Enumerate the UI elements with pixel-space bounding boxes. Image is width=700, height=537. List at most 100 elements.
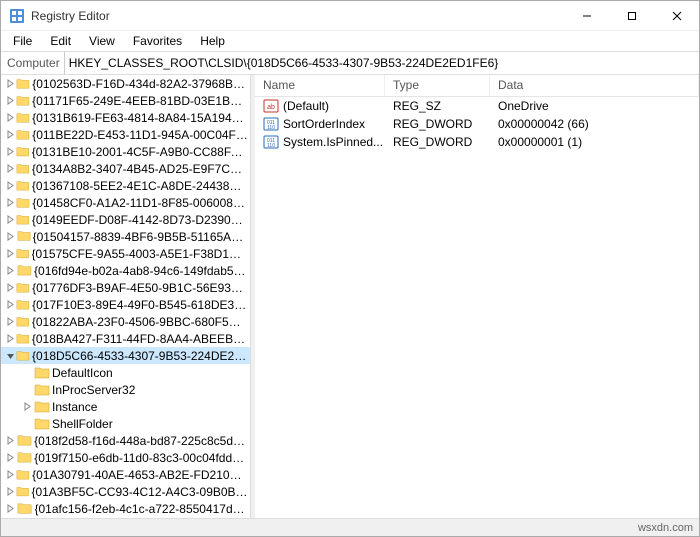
expand-icon[interactable] <box>5 231 16 243</box>
folder-icon <box>34 365 50 381</box>
tree-item-label: {01822ABA-23F0-4506-9BBC-680F5D6D606C} <box>32 315 248 329</box>
svg-text:ab: ab <box>267 104 275 111</box>
tree-item-label: {01171F65-249E-4EEB-81BD-03E1B0FA1873} <box>32 94 248 108</box>
tree-item[interactable]: {01504157-8839-4BF6-9B5B-51165A967B2B} <box>1 228 250 245</box>
value-row[interactable]: 011110System.IsPinned...REG_DWORD0x00000… <box>255 133 699 151</box>
titlebar: Registry Editor <box>1 1 699 31</box>
tree-item[interactable]: {01171F65-249E-4EEB-81BD-03E1B0FA1873} <box>1 92 250 109</box>
expand-icon[interactable] <box>5 163 15 175</box>
registry-editor-window: Registry Editor FileEditViewFavoritesHel… <box>0 0 700 537</box>
tree-item[interactable]: {01776DF3-B9AF-4E50-9B1C-56E93116D704} <box>1 279 250 296</box>
expand-icon[interactable] <box>5 180 15 192</box>
values-pane: Name Type Data ab(Default)REG_SZOneDrive… <box>255 75 699 518</box>
tree-item-label: {0102563D-F16D-434d-82A2-37968BD3E31E} <box>32 77 248 91</box>
tree-item[interactable]: {0131BE10-2001-4C5F-A9B0-CC88FAB64CE8} <box>1 143 250 160</box>
menu-edit[interactable]: Edit <box>42 32 79 50</box>
expand-icon[interactable] <box>5 112 15 124</box>
tree-item[interactable]: {01afc156-f2eb-4c1c-a722-8550417d396f} <box>1 500 250 517</box>
expand-icon[interactable] <box>5 265 16 277</box>
minimize-button[interactable] <box>564 1 609 30</box>
tree-item[interactable]: {0149EEDF-D08F-4142-8D73-D23903D21E90} <box>1 211 250 228</box>
string-value-icon: ab <box>263 98 279 114</box>
expand-icon[interactable] <box>5 333 15 345</box>
tree-item-label: {01A3BF5C-CC93-4C12-A4C3-09B0BBE7F63F} <box>31 485 248 499</box>
tree-item[interactable]: {01575CFE-9A55-4003-A5E1-F38D1EBDCBE1} <box>1 245 250 262</box>
app-icon <box>9 8 25 24</box>
folder-icon <box>16 93 30 109</box>
tree-item[interactable]: Instance <box>1 398 250 415</box>
close-button[interactable] <box>654 1 699 30</box>
expand-icon <box>21 367 33 379</box>
value-row[interactable]: 011110SortOrderIndexREG_DWORD0x00000042 … <box>255 115 699 133</box>
menu-view[interactable]: View <box>81 32 123 50</box>
expand-icon[interactable] <box>5 452 16 464</box>
tree-item[interactable]: {018D5C66-4533-4307-9B53-224DE2ED1FE6} <box>1 347 250 364</box>
value-row[interactable]: ab(Default)REG_SZOneDrive <box>255 97 699 115</box>
expand-icon[interactable] <box>5 214 15 226</box>
expand-icon[interactable] <box>5 435 16 447</box>
window-controls <box>564 1 699 30</box>
tree-pane[interactable]: {0102563D-F16D-434d-82A2-37968BD3E31E} {0… <box>1 75 251 518</box>
tree-item[interactable]: {01A30791-40AE-4653-AB2E-FD210019AE88} <box>1 466 250 483</box>
maximize-button[interactable] <box>609 1 654 30</box>
value-type-cell: REG_DWORD <box>385 117 490 131</box>
column-type[interactable]: Type <box>385 75 490 96</box>
menu-help[interactable]: Help <box>192 32 233 50</box>
tree-item[interactable]: {01A3BF5C-CC93-4C12-A4C3-09B0BBE7F63F} <box>1 483 250 500</box>
tree-item[interactable]: {0134A8B2-3407-4B45-AD25-E9F7C92A80BC} <box>1 160 250 177</box>
tree-item-label: {01458CF0-A1A2-11D1-8F85-00600895E7D5} <box>32 196 248 210</box>
folder-icon <box>16 484 29 500</box>
tree-item-label: ShellFolder <box>52 417 113 431</box>
expand-icon[interactable] <box>5 146 15 158</box>
folder-icon <box>16 161 30 177</box>
address-input[interactable] <box>65 52 699 74</box>
tree-item-label: {0134A8B2-3407-4B45-AD25-E9F7C92A80BC} <box>32 162 248 176</box>
expand-icon[interactable] <box>5 95 15 107</box>
folder-icon <box>17 263 32 279</box>
value-name: SortOrderIndex <box>283 117 365 131</box>
tree-item[interactable]: {016fd94e-b02a-4ab8-94c6-149fdab56b8d} <box>1 262 250 279</box>
menu-file[interactable]: File <box>5 32 40 50</box>
tree-item-label: {018D5C66-4533-4307-9B53-224DE2ED1FE6} <box>32 349 248 363</box>
tree-item[interactable]: {019f7150-e6db-11d0-83c3-00c04fddb82e} <box>1 449 250 466</box>
expand-icon[interactable] <box>5 78 15 90</box>
folder-icon <box>34 399 50 415</box>
expand-icon[interactable] <box>21 401 33 413</box>
column-name[interactable]: Name <box>255 75 385 96</box>
folder-icon <box>16 76 30 92</box>
folder-icon <box>16 195 30 211</box>
value-name-cell: 011110SortOrderIndex <box>255 116 385 132</box>
tree-item[interactable]: {018f2d58-f16d-448a-bd87-225c8c5d5c94} <box>1 432 250 449</box>
tree-item[interactable]: {018BA427-F311-44FD-8AA4-ABEEB57739D9} <box>1 330 250 347</box>
expand-icon[interactable] <box>5 129 15 141</box>
tree-item[interactable]: ShellFolder <box>1 415 250 432</box>
menu-favorites[interactable]: Favorites <box>125 32 190 50</box>
tree-item[interactable]: {01822ABA-23F0-4506-9BBC-680F5D6D606C} <box>1 313 250 330</box>
expand-icon[interactable] <box>5 503 16 515</box>
svg-text:110: 110 <box>267 143 275 149</box>
column-data[interactable]: Data <box>490 75 699 96</box>
folder-icon <box>34 382 50 398</box>
folder-icon <box>17 450 32 466</box>
tree-item[interactable]: {017F10E3-89E4-49F0-B545-618DE31FD27C} <box>1 296 250 313</box>
tree-item[interactable]: {0102563D-F16D-434d-82A2-37968BD3E31E} <box>1 75 250 92</box>
tree-item[interactable]: {01367108-5EE2-4E1C-A8DE-24438065ABC9} <box>1 177 250 194</box>
expand-icon[interactable] <box>5 282 15 294</box>
expand-icon[interactable] <box>5 486 15 498</box>
expand-icon[interactable] <box>5 316 15 328</box>
tree-item-label: {01A30791-40AE-4653-AB2E-FD210019AE88} <box>32 468 248 482</box>
tree-item-label: {0131B619-FE63-4814-8A84-15A194CE9CE3} <box>32 111 248 125</box>
expand-icon[interactable] <box>5 299 15 311</box>
collapse-icon[interactable] <box>5 350 15 362</box>
expand-icon[interactable] <box>5 197 15 209</box>
tree-item[interactable]: {01458CF0-A1A2-11D1-8F85-00600895E7D5} <box>1 194 250 211</box>
tree-item-label: {0131BE10-2001-4C5F-A9B0-CC88FAB64CE8} <box>32 145 248 159</box>
tree-item[interactable]: {011BE22D-E453-11D1-945A-00C04FB984F9} <box>1 126 250 143</box>
tree-item[interactable]: DefaultIcon <box>1 364 250 381</box>
expand-icon[interactable] <box>5 469 15 481</box>
tree-item-label: {01776DF3-B9AF-4E50-9B1C-56E93116D704} <box>32 281 248 295</box>
tree-item[interactable]: {0131B619-FE63-4814-8A84-15A194CE9CE3} <box>1 109 250 126</box>
expand-icon[interactable] <box>5 248 15 260</box>
status-text: wsxdn.com <box>638 522 693 534</box>
tree-item[interactable]: InProcServer32 <box>1 381 250 398</box>
